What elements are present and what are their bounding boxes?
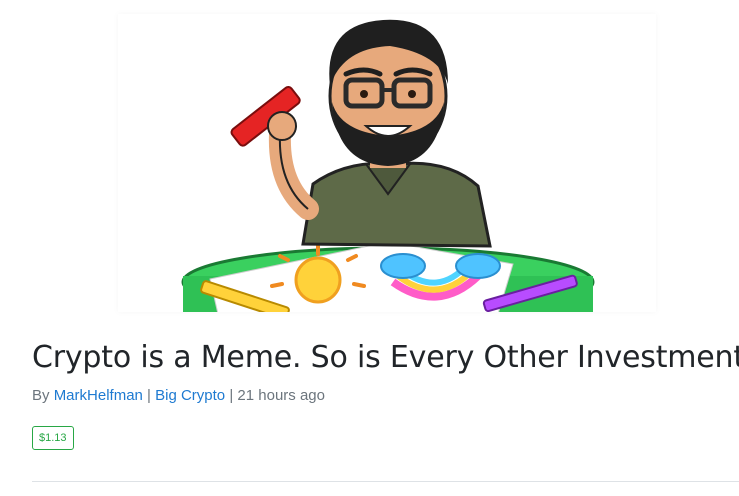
- post-byline: By MarkHelfman | Big Crypto | 21 hours a…: [32, 386, 325, 406]
- byline-prefix: By: [32, 387, 50, 404]
- post-title[interactable]: Crypto is a Meme. So is Every Other Inve…: [32, 336, 739, 380]
- author-link[interactable]: MarkHelfman: [54, 387, 143, 404]
- byline-separator: |: [147, 387, 151, 404]
- byline-separator: |: [229, 387, 234, 404]
- payout-badge[interactable]: $1.13: [32, 426, 74, 450]
- post-timestamp: 21 hours ago: [237, 387, 325, 404]
- avatar-illustration: [181, 19, 595, 312]
- hero-image[interactable]: [118, 14, 656, 312]
- community-link[interactable]: Big Crypto: [155, 387, 225, 404]
- divider: [32, 481, 739, 482]
